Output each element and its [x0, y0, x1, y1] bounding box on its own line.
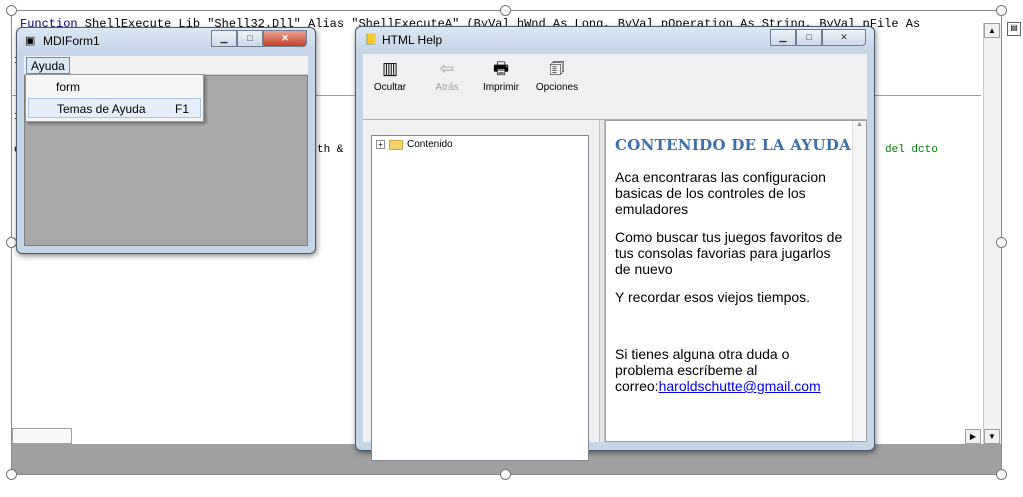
options-button[interactable]: 🗊 Opciones: [533, 58, 581, 93]
maximize-icon[interactable]: □: [796, 29, 822, 46]
content-paragraph-1: Aca encontraras las configuracion basica…: [615, 169, 826, 217]
menu-ayuda[interactable]: Ayuda: [26, 57, 70, 74]
layout-icon[interactable]: ▤: [1007, 22, 1021, 36]
mdi-menubar: Ayuda: [24, 56, 308, 75]
help-title: HTML Help: [382, 33, 443, 47]
selection-handle[interactable]: [6, 5, 17, 16]
html-help-window: 📒 HTML Help ▁ □ ✕ ▥ Ocultar ⇦ Atrás 🖶 Im…: [355, 26, 875, 461]
back-button[interactable]: ⇦ Atrás: [431, 58, 463, 93]
menu-item-label: form: [56, 80, 80, 94]
help-book-icon: 📒: [364, 34, 378, 46]
printer-icon: 🖶: [492, 59, 510, 78]
back-label: Atrás: [435, 82, 459, 93]
tree-item-contenido[interactable]: + Contenido: [376, 139, 453, 150]
hide-label: Ocultar: [373, 82, 407, 93]
folder-icon: [389, 139, 403, 150]
maximize-icon[interactable]: □: [237, 30, 263, 47]
options-icon: 🗊: [549, 59, 565, 78]
print-button[interactable]: 🖶 Imprimir: [481, 58, 521, 93]
mdi-window: ▣ MDIForm1 ▁ □ ✕ Ayuda: [16, 27, 316, 254]
help-toolbar: ▥ Ocultar ⇦ Atrás 🖶 Imprimir 🗊 Opciones: [363, 54, 867, 120]
contents-tree-pane[interactable]: + Contenido: [371, 135, 589, 461]
content-vertical-scrollbar[interactable]: ▲: [852, 121, 866, 441]
menu-item-shortcut: F1: [175, 102, 190, 116]
ayuda-dropdown-menu: form Temas de Ayuda F1: [25, 74, 204, 122]
help-caption-buttons: ▁ □ ✕: [770, 29, 866, 46]
expand-plus-icon[interactable]: +: [376, 140, 385, 149]
scroll-right-arrow-icon[interactable]: ▶: [965, 429, 981, 444]
scroll-down-arrow-icon[interactable]: ▼: [984, 429, 1000, 444]
tree-item-label: Contenido: [407, 139, 453, 150]
hide-button[interactable]: ▥ Ocultar: [371, 58, 409, 93]
content-paragraph-2: Como buscar tus juegos favoritos de tus …: [615, 229, 843, 277]
editor-vertical-scrollbar[interactable]: ▲ ▼: [983, 23, 1001, 444]
content-heading: CONTENIDO DE LA AYUDA: [615, 136, 852, 154]
selection-handle[interactable]: [996, 469, 1007, 480]
mdi-caption-buttons: ▁ □ ✕: [211, 30, 307, 47]
code-comment: del dcto: [885, 144, 938, 156]
content-paragraph-4: Si tienes alguna otra duda o problema es…: [615, 346, 847, 394]
menu-item-form[interactable]: form: [28, 77, 201, 97]
mdi-title: MDIForm1: [43, 34, 100, 48]
form-icon: ▣: [25, 35, 36, 47]
content-paragraph-3: Y recordar esos viejos tiempos.: [615, 289, 811, 305]
selection-handle[interactable]: [6, 469, 17, 480]
minimize-icon[interactable]: ▁: [770, 29, 796, 46]
options-label: Opciones: [535, 82, 579, 93]
selection-handle[interactable]: [500, 5, 511, 16]
print-label: Imprimir: [482, 82, 520, 93]
back-arrow-icon: ⇦: [439, 59, 455, 78]
help-pane-area: + Contenido ▲ CONTENIDO DE LA AYUDA Aca …: [363, 120, 867, 461]
close-icon[interactable]: ✕: [822, 29, 866, 46]
minimize-icon[interactable]: ▁: [211, 30, 237, 47]
selection-handle[interactable]: [996, 5, 1007, 16]
scroll-up-arrow-icon[interactable]: ▲: [984, 23, 1000, 38]
selection-handle[interactable]: [996, 237, 1007, 248]
code-frag-path: th &: [317, 144, 344, 156]
email-link[interactable]: haroldschutte@gmail.com: [659, 378, 821, 394]
menu-item-temas-de-ayuda[interactable]: Temas de Ayuda F1: [28, 98, 201, 118]
selection-handle[interactable]: [500, 469, 511, 480]
help-content-pane: ▲ CONTENIDO DE LA AYUDA Aca encontraras …: [605, 120, 867, 442]
editor-horizontal-scrollbar[interactable]: [12, 428, 72, 444]
mdi-titlebar[interactable]: ▣ MDIForm1 ▁ □ ✕: [17, 28, 315, 54]
help-titlebar[interactable]: 📒 HTML Help ▁ □ ✕: [356, 27, 874, 53]
menu-item-label: Temas de Ayuda: [57, 102, 146, 116]
close-icon[interactable]: ✕: [263, 30, 307, 47]
hide-pane-icon: ▥: [381, 59, 399, 78]
